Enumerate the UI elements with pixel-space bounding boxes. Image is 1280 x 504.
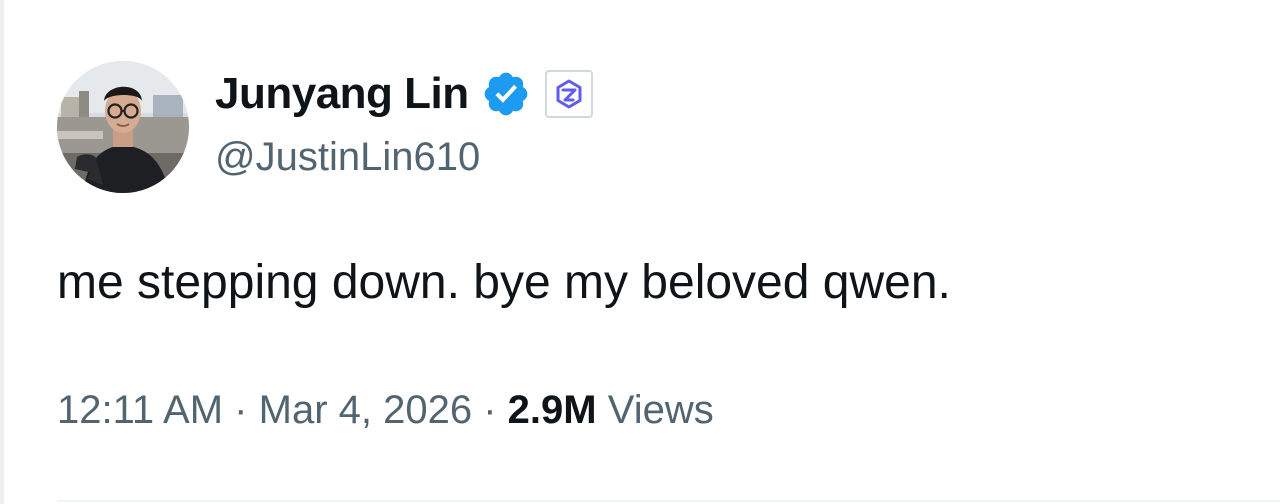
tweet-time[interactable]: 12:11 AM (57, 388, 223, 432)
affiliate-badge[interactable] (544, 70, 593, 118)
verified-badge-icon[interactable] (481, 69, 531, 119)
tweet-text: me stepping down. bye my beloved qwen. (57, 256, 951, 309)
views-count[interactable]: 2.9M (508, 388, 597, 432)
meta-separator: · (234, 388, 248, 432)
meta-separator: · (483, 388, 497, 432)
tweet-date[interactable]: Mar 4, 2026 (259, 388, 472, 432)
qwen-logo-icon (556, 79, 582, 109)
author-handle[interactable]: @JustinLin610 (215, 133, 480, 181)
author-display-name[interactable]: Junyang Lin (215, 72, 469, 116)
avatar[interactable] (57, 61, 189, 193)
author-name-row: Junyang Lin (215, 64, 593, 124)
views-label: Views (607, 388, 714, 432)
divider (57, 500, 1280, 502)
tweet-meta-row: 12:11 AM · Mar 4, 2026 · 2.9M Views (57, 386, 714, 434)
left-frame-border (0, 0, 4, 504)
avatar-photo (57, 61, 189, 193)
